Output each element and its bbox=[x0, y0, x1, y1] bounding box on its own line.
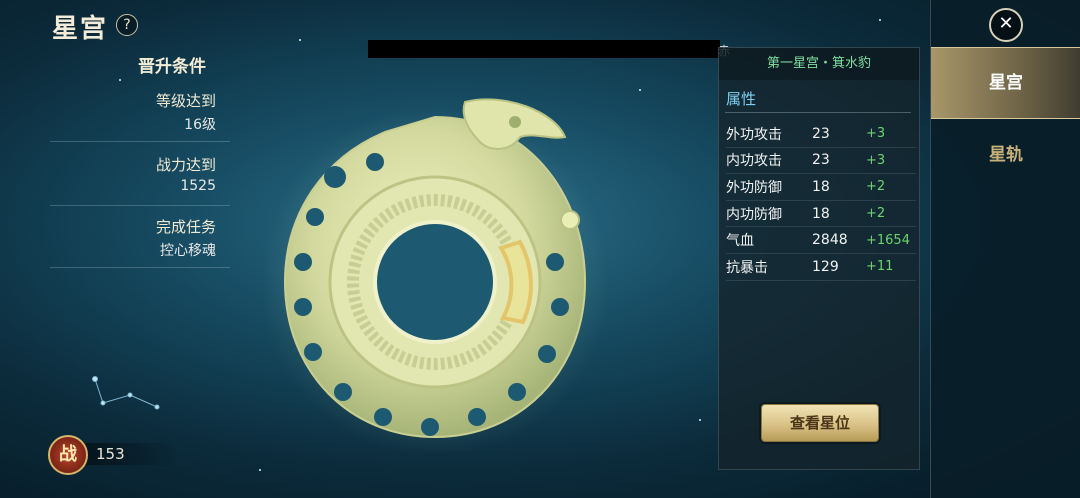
attributes-panel: 第一星宫・箕水豹 属性 外功攻击 23 +3 内功攻击 23 +3 外功防御 1… bbox=[718, 47, 920, 470]
attribute-list: 外功攻击 23 +3 内功攻击 23 +3 外功防御 18 +2 内功防御 18… bbox=[726, 121, 916, 281]
right-side-nav: ✕ 星宫 星轨 bbox=[930, 0, 1080, 498]
attribute-value: 23 bbox=[812, 152, 830, 169]
tab-star-orbit[interactable]: 星轨 bbox=[931, 120, 1080, 190]
attribute-value: 23 bbox=[812, 125, 830, 142]
attribute-name: 外功防御 bbox=[726, 179, 782, 196]
constellation-decoration bbox=[92, 376, 160, 410]
attribute-row: 内功防御 18 +2 bbox=[726, 201, 916, 228]
attribute-value: 129 bbox=[812, 258, 839, 275]
attribute-bonus: +3 bbox=[866, 126, 886, 142]
condition-label: 完成任务 bbox=[155, 218, 216, 236]
conditions-heading: 晋升条件 bbox=[138, 57, 206, 77]
star-palace-jade-disc[interactable] bbox=[260, 92, 610, 457]
attribute-row: 外功防御 18 +2 bbox=[726, 174, 916, 201]
close-button[interactable]: ✕ bbox=[989, 8, 1023, 42]
divider bbox=[725, 112, 911, 113]
attribute-name: 内功防御 bbox=[726, 206, 782, 223]
constellation-name: 第一星宫・箕水豹 bbox=[719, 48, 919, 80]
attribute-row: 气血 2848 +1654 bbox=[726, 227, 916, 254]
condition-quest: 完成任务 控心移魂 bbox=[50, 216, 230, 268]
help-button[interactable]: ? bbox=[116, 14, 138, 36]
combat-power-badge: 战 153 bbox=[48, 435, 178, 475]
page-title: 星宫 bbox=[52, 14, 109, 44]
attribute-value: 18 bbox=[812, 178, 830, 195]
attribute-row: 抗暴击 129 +11 bbox=[726, 254, 916, 281]
promotion-conditions-panel: 晋升条件 等级达到 16级 战力达到 1525 完成任务 控心移魂 bbox=[0, 44, 230, 274]
attribute-name: 外功攻击 bbox=[726, 126, 782, 143]
attribute-bonus: +2 bbox=[866, 179, 886, 195]
attribute-row: 外功攻击 23 +3 bbox=[726, 121, 916, 148]
condition-label: 战力达到 bbox=[155, 156, 216, 174]
condition-value: 控心移魂 bbox=[160, 243, 216, 259]
battle-icon: 战 bbox=[48, 435, 88, 475]
attribute-name: 气血 bbox=[726, 233, 754, 250]
view-star-positions-button[interactable]: 查看星位 bbox=[761, 404, 879, 442]
combat-power-value: 153 bbox=[96, 445, 125, 463]
condition-power: 战力达到 1525 bbox=[50, 154, 230, 206]
jade-dragon-disc-icon bbox=[260, 98, 610, 457]
attribute-bonus: +1654 bbox=[866, 232, 910, 248]
attribute-value: 18 bbox=[812, 205, 830, 222]
condition-value: 16级 bbox=[184, 117, 216, 133]
condition-label: 等级达到 bbox=[155, 92, 216, 110]
obscured-text-bar bbox=[368, 40, 720, 58]
tab-star-palace[interactable]: 星宫 bbox=[931, 47, 1080, 119]
attributes-title: 属性 bbox=[726, 90, 757, 108]
condition-value: 1525 bbox=[180, 178, 216, 194]
attribute-bonus: +3 bbox=[866, 152, 886, 168]
attribute-name: 内功攻击 bbox=[726, 153, 782, 170]
attribute-name: 抗暴击 bbox=[726, 259, 768, 276]
attribute-bonus: +11 bbox=[866, 259, 894, 275]
attribute-row: 内功攻击 23 +3 bbox=[726, 148, 916, 175]
condition-level: 等级达到 16级 bbox=[50, 90, 230, 142]
attribute-bonus: +2 bbox=[866, 206, 886, 222]
attribute-value: 2848 bbox=[812, 232, 848, 249]
